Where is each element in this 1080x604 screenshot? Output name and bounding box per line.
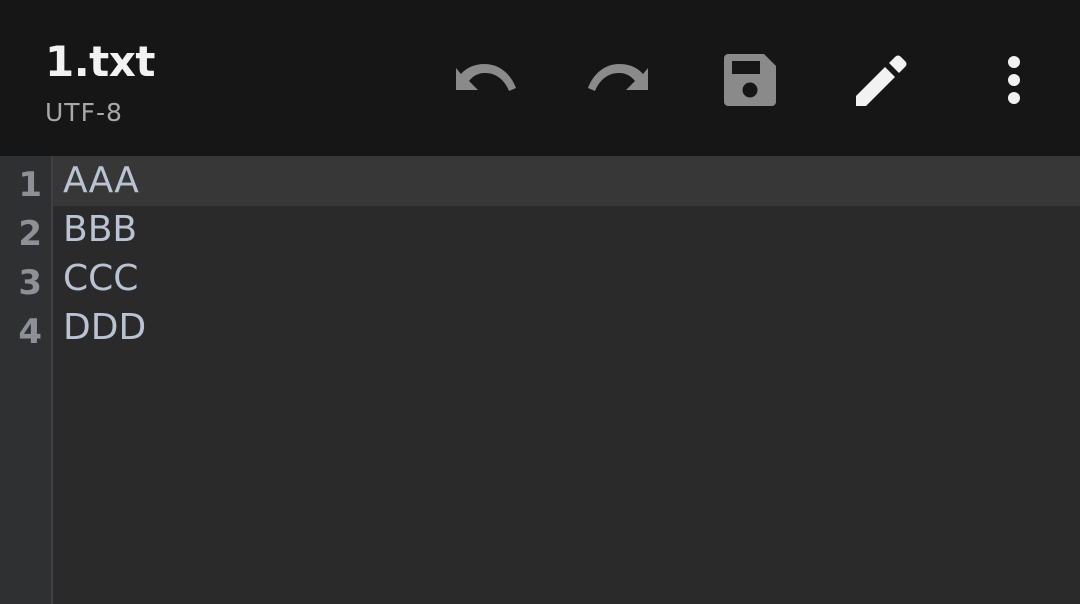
editor-line[interactable]: 1 AAA <box>0 156 1080 205</box>
line-number: 4 <box>18 312 42 352</box>
edit-button[interactable] <box>850 48 914 112</box>
redo-icon <box>588 64 648 91</box>
save-button[interactable] <box>718 48 782 112</box>
undo-icon <box>456 64 516 91</box>
line-text[interactable]: AAA <box>63 156 139 205</box>
line-number: 3 <box>18 263 42 303</box>
encoding-label[interactable]: UTF-8 <box>45 98 155 128</box>
line-number: 2 <box>18 214 42 254</box>
line-text[interactable]: BBB <box>63 205 137 254</box>
pencil-icon <box>856 55 907 106</box>
undo-button[interactable] <box>454 48 518 112</box>
redo-button[interactable] <box>586 48 650 112</box>
save-icon <box>724 54 776 106</box>
more-vert-icon <box>1008 56 1020 104</box>
editor-line[interactable]: 4 DDD <box>0 303 1080 352</box>
title-block: 1.txt UTF-8 <box>45 36 155 128</box>
editor-line[interactable]: 2 BBB <box>0 205 1080 254</box>
line-text[interactable]: CCC <box>63 254 138 303</box>
line-text[interactable]: DDD <box>63 303 146 352</box>
editor-line[interactable]: 3 CCC <box>0 254 1080 303</box>
toolbar: 1.txt UTF-8 <box>0 0 1080 156</box>
text-editor-app: 1.txt UTF-8 1 AAA 2 BBB 3 CCC 4 DDD <box>0 0 1080 604</box>
editor-area[interactable]: 1 AAA 2 BBB 3 CCC 4 DDD <box>0 156 1080 604</box>
more-options-button[interactable] <box>982 48 1046 112</box>
file-name: 1.txt <box>45 37 155 86</box>
line-number: 1 <box>18 165 42 205</box>
